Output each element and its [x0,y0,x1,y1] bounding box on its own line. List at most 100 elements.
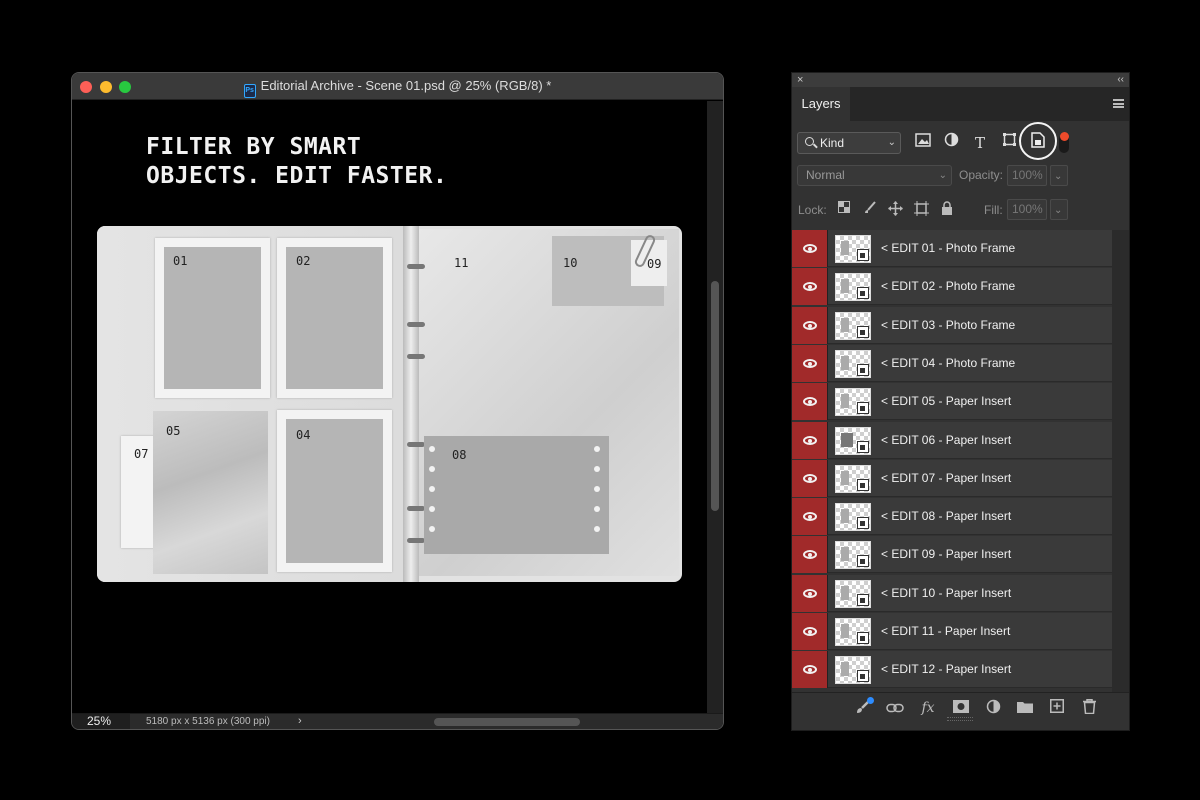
canvas-headline: FILTER BY SMART OBJECTS. EDIT FASTER. [146,133,447,191]
photo-frame-04 [277,410,392,572]
vertical-scroll-thumb[interactable] [711,281,719,511]
panel-menu-icon[interactable] [1113,99,1124,108]
document-titlebar[interactable]: Ps Editorial Archive - Scene 01.psd @ 25%… [72,73,723,100]
adjustment-filter-icon[interactable] [940,132,962,154]
layer-row[interactable]: < EDIT 11 - Paper Insert [792,613,1112,650]
layers-scrollbar[interactable] [1112,230,1129,692]
slot-label-04: 04 [296,428,311,442]
layer-thumbnail[interactable] [835,541,871,570]
slot-label-10: 10 [563,256,578,270]
shape-filter-icon[interactable] [998,132,1020,154]
opacity-dropdown[interactable]: ⌄ [1050,165,1068,186]
visibility-toggle[interactable] [792,421,828,459]
layer-row[interactable]: < EDIT 02 - Photo Frame [792,268,1112,306]
new-layer-icon[interactable] [1048,699,1066,717]
filter-toggle-dot [1060,132,1069,141]
layer-thumbnail[interactable] [835,656,871,685]
lock-image-pixels-icon[interactable] [862,201,878,217]
panel-top-bar: × ‹‹ [792,73,1129,87]
ticket-hole [594,506,600,512]
document-canvas[interactable]: FILTER BY SMART OBJECTS. EDIT FASTER. 01… [72,101,708,715]
adjustment-icon[interactable] [984,699,1002,717]
smart-object-badge-icon [857,555,869,568]
layer-row[interactable]: < EDIT 10 - Paper Insert [792,574,1112,612]
layer-row[interactable]: < EDIT 01 - Photo Frame [792,230,1112,267]
visibility-toggle[interactable] [792,459,828,497]
thumbnail-content [841,241,849,255]
layer-thumbnail[interactable] [835,579,871,608]
fill-dropdown[interactable]: ⌄ [1050,199,1068,220]
opacity-value: 100% [1012,168,1043,182]
tab-layers[interactable]: Layers [792,87,850,121]
thumbnail-content [841,279,849,294]
visibility-toggle[interactable] [792,230,828,267]
smart-object-filter-icon[interactable] [1027,132,1049,154]
filter-kind-select[interactable]: Kind ⌄ [797,132,901,154]
layer-thumbnail[interactable] [835,426,871,455]
lock-artboard-icon[interactable] [913,201,929,217]
layer-thumbnail[interactable] [835,388,871,417]
vertical-scrollbar[interactable] [707,101,723,715]
layer-row[interactable]: < EDIT 03 - Photo Frame [792,306,1112,344]
layer-thumbnail[interactable] [835,273,871,302]
opacity-field[interactable]: 100% [1007,165,1047,186]
visibility-toggle[interactable] [792,613,828,650]
layer-row[interactable]: < EDIT 06 - Paper Insert [792,421,1112,459]
fill-value: 100% [1012,202,1043,216]
layer-thumbnail[interactable] [835,618,871,646]
layer-row[interactable]: < EDIT 05 - Paper Insert [792,383,1112,421]
lock-position-icon[interactable] [887,201,903,217]
smart-object-badge-icon [857,593,869,606]
slot-label-02: 02 [296,254,311,268]
trash-icon[interactable] [1080,699,1098,717]
horizontal-scroll-thumb[interactable] [434,718,580,726]
lock-all-icon[interactable] [939,201,955,217]
layer-name: < EDIT 04 - Photo Frame [881,355,1016,370]
mask-icon[interactable] [952,699,970,717]
lock-transparent-pixels-icon[interactable] [836,201,852,217]
zoom-level[interactable]: 25% [72,714,130,729]
layer-row[interactable]: < EDIT 08 - Paper Insert [792,498,1112,536]
visibility-toggle[interactable] [792,268,828,306]
panel-resize-grip[interactable] [947,717,973,721]
layer-row[interactable]: < EDIT 04 - Photo Frame [792,344,1112,382]
visibility-toggle[interactable] [792,651,828,689]
layer-row[interactable]: < EDIT 12 - Paper Insert [792,651,1112,689]
layer-thumbnail[interactable] [835,349,871,378]
blend-mode-select[interactable]: Normal ⌄ [797,165,952,186]
collapse-panel-icon[interactable]: ‹‹ [1117,73,1124,87]
status-info-arrow[interactable]: › [298,714,302,729]
thumbnail-content [841,470,849,485]
layer-name: < EDIT 12 - Paper Insert [881,662,1012,677]
layer-thumbnail[interactable] [835,464,871,493]
layer-name: < EDIT 11 - Paper Insert [881,624,1011,638]
type-filter-icon[interactable]: T [969,132,991,154]
fx-icon[interactable]: fx [919,699,937,717]
visibility-toggle[interactable] [792,574,828,612]
binder-ring [407,354,425,359]
folder-icon[interactable] [1016,699,1034,717]
visibility-toggle[interactable] [792,498,828,536]
fill-field[interactable]: 100% [1007,199,1047,220]
layer-thumbnail[interactable] [835,503,871,532]
visibility-toggle[interactable] [792,383,828,421]
thumbnail-content [841,355,849,370]
ticket-hole [594,486,600,492]
smart-object-badge-icon [857,440,869,453]
layer-thumbnail[interactable] [835,235,871,263]
layer-thumbnail[interactable] [835,311,871,340]
visibility-toggle[interactable] [792,306,828,344]
blue-indicator-dot [867,697,874,704]
image-filter-icon[interactable] [912,132,934,154]
photo-frame-inner [164,247,261,389]
layer-row[interactable]: < EDIT 09 - Paper Insert [792,536,1112,574]
blend-row: Normal ⌄ Opacity: 100% ⌄ [792,164,1129,188]
slot-label-11: 11 [454,256,469,270]
visibility-toggle[interactable] [792,344,828,382]
close-panel-icon[interactable]: × [797,73,803,87]
slot-label-08: 08 [452,448,467,462]
link-icon[interactable] [886,699,904,717]
visibility-toggle[interactable] [792,536,828,574]
lock-row: Lock: Fill: 100% ⌄ [792,198,1129,222]
layer-row[interactable]: < EDIT 07 - Paper Insert [792,459,1112,497]
